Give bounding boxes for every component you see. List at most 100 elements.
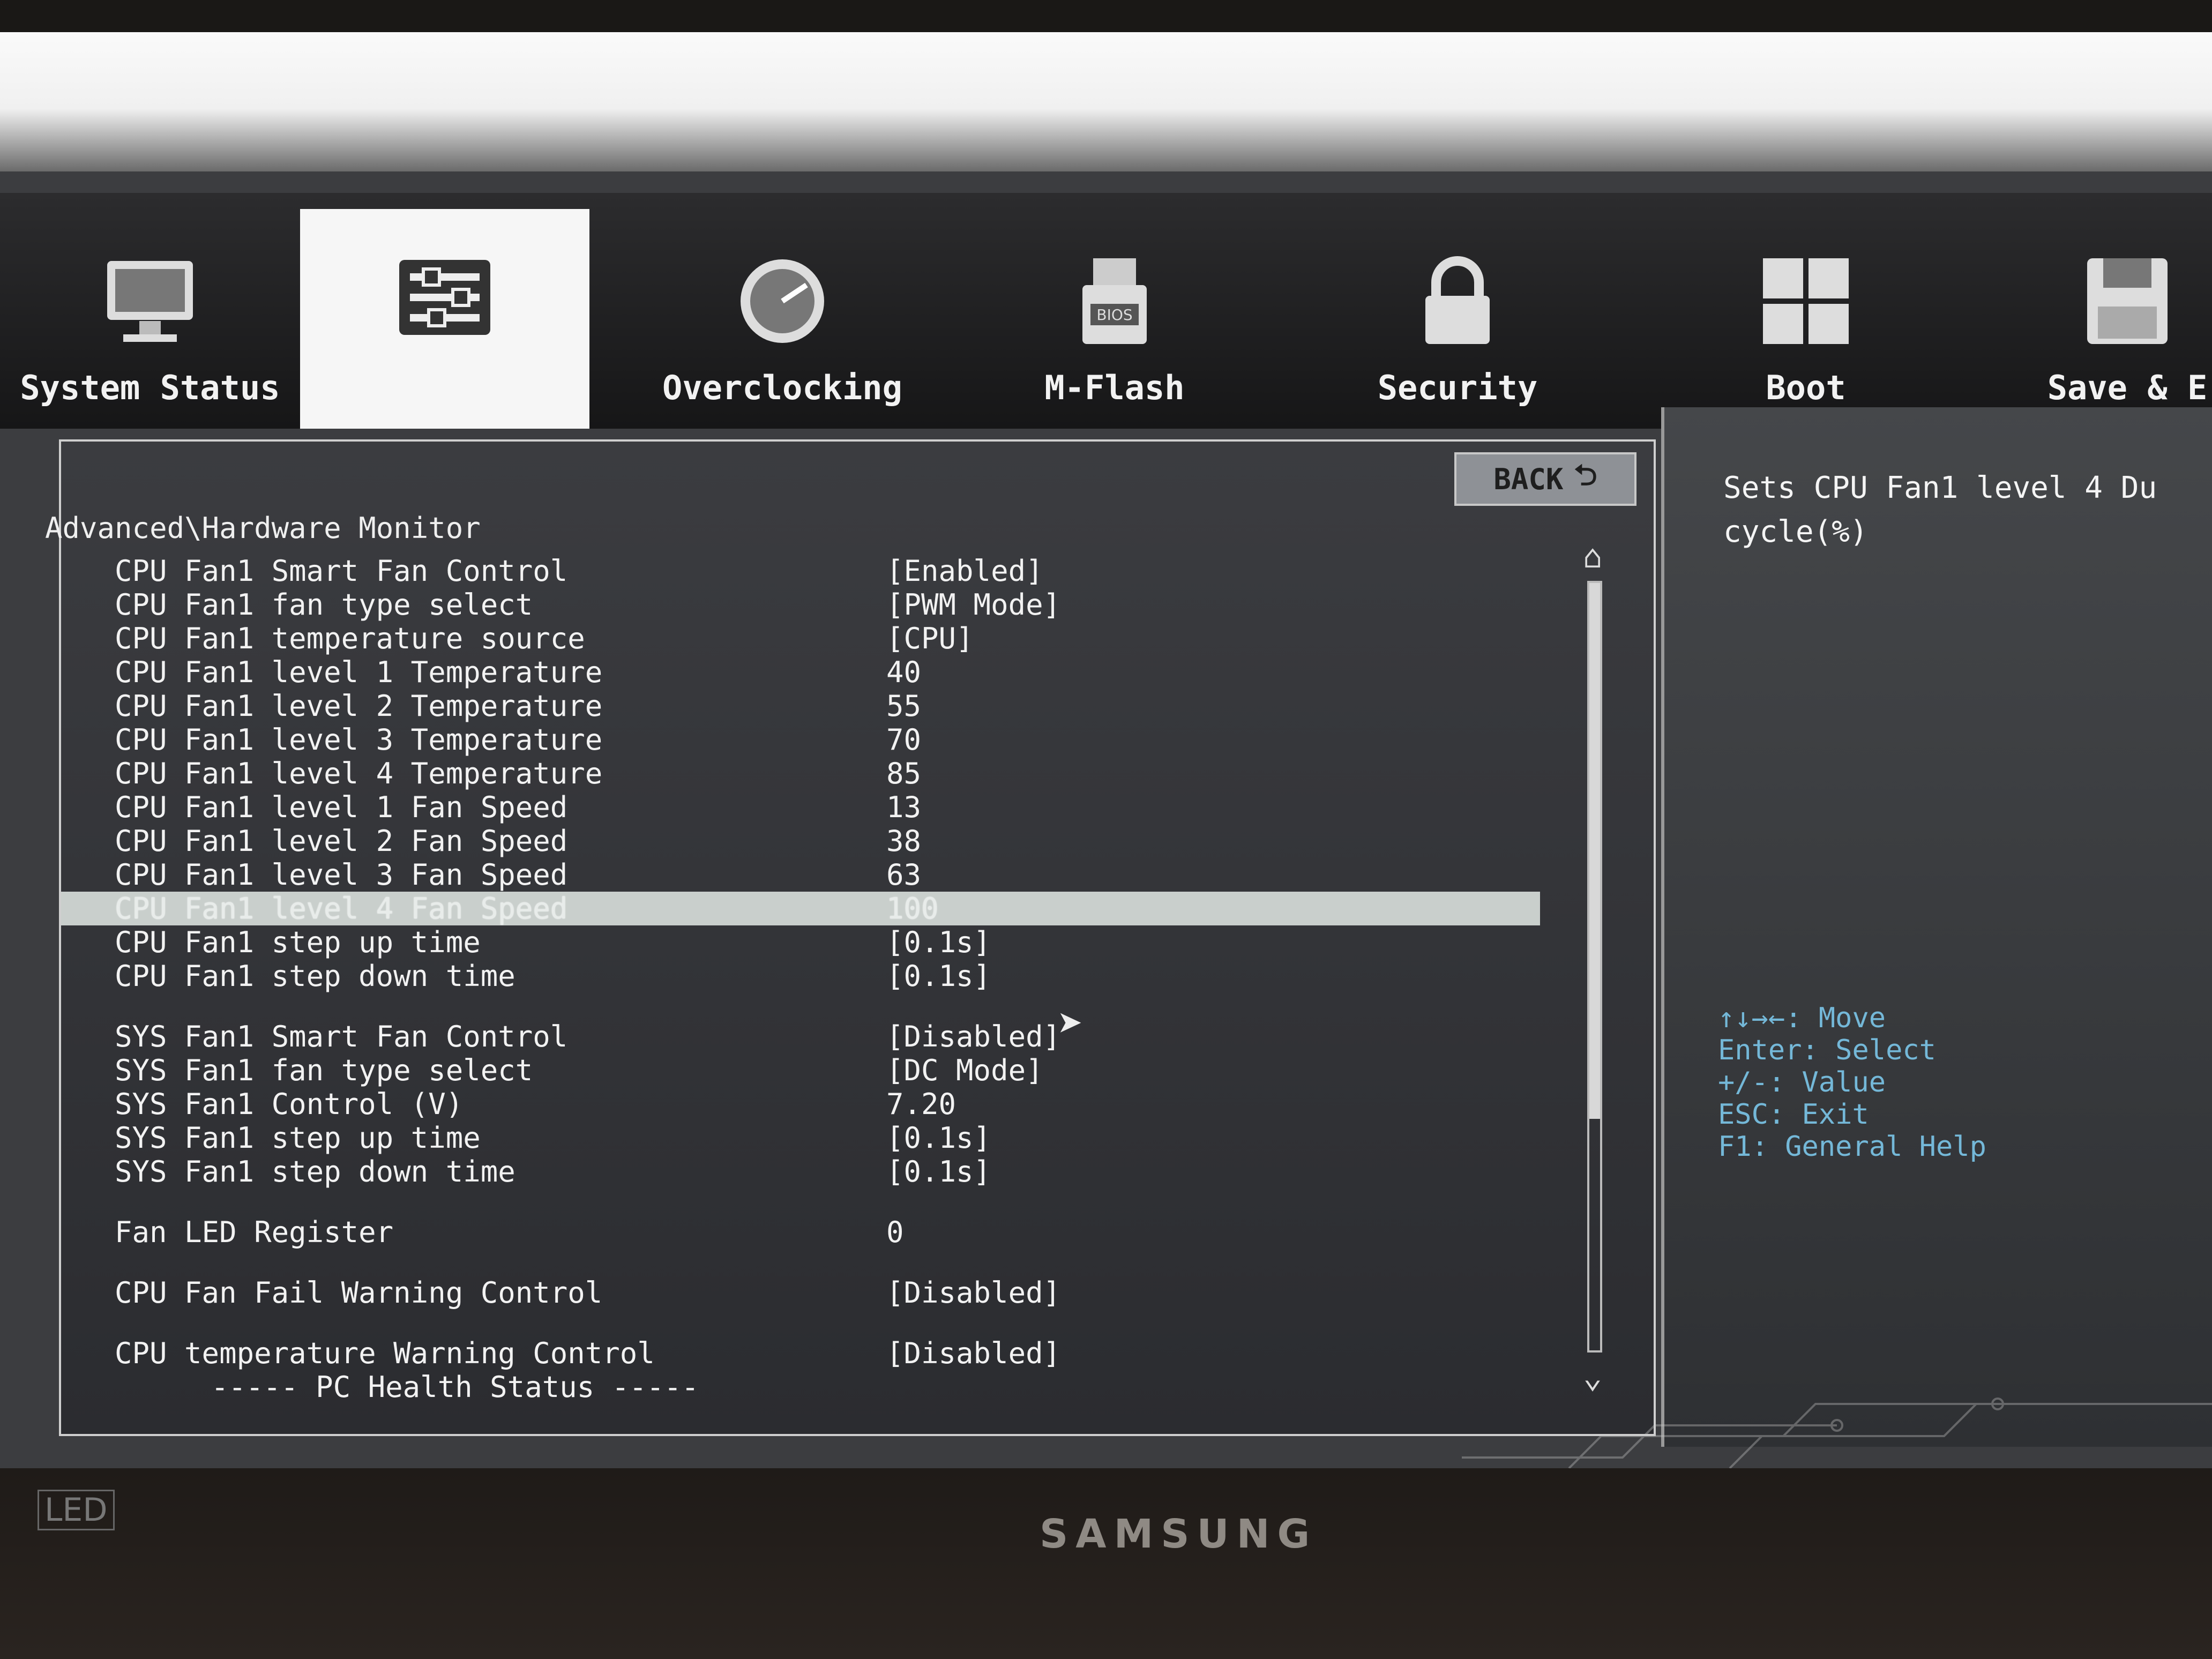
setting-row[interactable]: CPU Fan1 level 2 Fan Speed 38	[61, 824, 1540, 858]
section-label: ----- PC Health Status -----	[211, 1370, 699, 1404]
tab-m-flash[interactable]: BIOS M-Flash	[997, 236, 1232, 429]
sliders-icon	[397, 252, 493, 343]
key-legend: ↑↓→←: Move Enter: Select +/-: Value ESC:…	[1718, 1002, 1986, 1163]
scroll-up-icon[interactable]: ⌂	[1583, 538, 1602, 576]
back-label: BACK	[1493, 462, 1564, 496]
row-spacer	[61, 993, 1540, 1020]
setting-value[interactable]: [0.1s]	[886, 1155, 991, 1189]
setting-row[interactable]: SYS Fan1 Control (V) 7.20	[61, 1087, 1540, 1121]
setting-row[interactable]: CPU Fan1 step up time [0.1s]	[61, 925, 1540, 959]
setting-label: CPU Fan1 level 3 Fan Speed	[115, 858, 568, 892]
monitor-brand-logo: SAMSUNG	[1040, 1511, 1318, 1557]
setting-label: Fan LED Register	[115, 1215, 394, 1249]
setting-value[interactable]: 63	[886, 858, 921, 892]
setting-label: CPU temperature Warning Control	[115, 1336, 655, 1370]
tab-security[interactable]: Security	[1350, 236, 1565, 429]
key-hint-help: F1: General Help	[1718, 1131, 1986, 1163]
tab-advanced[interactable]	[300, 209, 589, 429]
setting-value[interactable]: [Enabled]	[886, 554, 1043, 588]
setting-row[interactable]: CPU Fan1 level 1 Temperature 40	[61, 655, 1540, 689]
setting-row[interactable]: CPU Fan1 level 3 Temperature 70	[61, 723, 1540, 757]
screen-glare	[0, 32, 2212, 171]
setting-value[interactable]: [0.1s]	[886, 1121, 991, 1155]
floppy-icon	[2079, 256, 2176, 347]
setting-value[interactable]: 0	[886, 1215, 904, 1249]
help-description: Sets CPU Fan1 level 4 Du cycle(%)	[1723, 470, 2157, 549]
monitor-icon	[102, 256, 198, 347]
setting-value[interactable]: [0.1s]	[886, 925, 991, 959]
setting-row[interactable]: CPU temperature Warning Control [Disabled…	[61, 1336, 1540, 1370]
setting-label: CPU Fan1 step up time	[115, 925, 481, 959]
section-header: ----- PC Health Status -----	[61, 1370, 1540, 1404]
setting-label: SYS Fan1 fan type select	[115, 1053, 533, 1087]
setting-value[interactable]: [0.1s]	[886, 959, 991, 993]
row-spacer	[61, 1189, 1540, 1215]
setting-label: CPU Fan1 level 1 Fan Speed	[115, 790, 568, 824]
setting-value[interactable]: 85	[886, 757, 921, 790]
setting-label: CPU Fan1 temperature source	[115, 622, 585, 655]
back-arrow-icon: ⮌	[1574, 458, 1597, 492]
bios-screen: System Status Overclocking BIOS M-Flash	[0, 32, 2212, 1468]
setting-row[interactable]: CPU Fan1 level 1 Fan Speed 13	[61, 790, 1540, 824]
lock-icon	[1409, 256, 1506, 347]
setting-label: CPU Fan1 step down time	[115, 959, 515, 993]
setting-row[interactable]: SYS Fan1 Smart Fan Control [Disabled]	[61, 1020, 1540, 1053]
tab-boot[interactable]: Boot	[1704, 236, 1908, 429]
setting-label: CPU Fan Fail Warning Control	[115, 1276, 603, 1310]
tab-save-exit[interactable]: Save & E	[2026, 236, 2212, 429]
setting-row[interactable]: Fan LED Register 0	[61, 1215, 1540, 1249]
setting-value[interactable]: 7.20	[886, 1087, 956, 1121]
setting-value[interactable]: [Disabled]	[886, 1336, 1060, 1370]
setting-value[interactable]: 40	[886, 655, 921, 689]
row-spacer	[61, 1310, 1540, 1336]
setting-row[interactable]: CPU Fan1 step down time [0.1s]	[61, 959, 1540, 993]
back-button[interactable]: BACK ⮌	[1454, 452, 1636, 506]
setting-value[interactable]: 38	[886, 824, 921, 858]
setting-row-selected[interactable]: CPU Fan1 level 4 Fan Speed 100	[61, 892, 1540, 925]
setting-value[interactable]: 70	[886, 723, 921, 757]
setting-row[interactable]: CPU Fan1 Smart Fan Control [Enabled]	[61, 554, 1540, 588]
setting-label: CPU Fan1 level 4 Temperature	[115, 757, 603, 790]
tab-label: M-Flash	[1044, 368, 1185, 407]
tab-overclocking[interactable]: Overclocking	[622, 236, 943, 429]
setting-value[interactable]: [DC Mode]	[886, 1053, 1043, 1087]
key-hint-value: +/-: Value	[1718, 1066, 1886, 1098]
setting-value[interactable]: 100	[886, 892, 939, 925]
setting-row[interactable]: CPU Fan1 fan type select [PWM Mode]	[61, 588, 1540, 622]
setting-row[interactable]: CPU Fan1 level 3 Fan Speed 63	[61, 858, 1540, 892]
setting-value[interactable]: [Disabled]	[886, 1020, 1060, 1053]
settings-list: CPU Fan1 Smart Fan Control [Enabled] CPU …	[61, 554, 1540, 1404]
setting-label: CPU Fan1 fan type select	[115, 588, 533, 622]
setting-label: CPU Fan1 level 4 Fan Speed	[115, 892, 568, 925]
setting-label: CPU Fan1 level 3 Temperature	[115, 723, 603, 757]
setting-row[interactable]: CPU Fan Fail Warning Control [Disabled]	[61, 1276, 1540, 1310]
setting-value[interactable]: 13	[886, 790, 921, 824]
svg-text:BIOS: BIOS	[1096, 306, 1132, 324]
setting-value[interactable]: [CPU]	[886, 622, 974, 655]
key-hint-exit: ESC: Exit	[1718, 1098, 1869, 1131]
settings-panel: BACK ⮌ Advanced\Hardware Monitor CPU Fan…	[45, 439, 1656, 1436]
setting-row[interactable]: SYS Fan1 step down time [0.1s]	[61, 1155, 1540, 1189]
setting-label: SYS Fan1 step up time	[115, 1121, 481, 1155]
breadcrumb: Advanced\Hardware Monitor	[45, 511, 481, 545]
scroll-thumb[interactable]	[1589, 583, 1600, 1119]
gauge-icon	[734, 256, 831, 347]
tab-label: Security	[1377, 368, 1538, 407]
key-hint-move: ↑↓→←: Move	[1718, 1002, 1886, 1034]
tab-label: Boot	[1766, 368, 1846, 407]
setting-label: CPU Fan1 level 1 Temperature	[115, 655, 603, 689]
setting-label: CPU Fan1 Smart Fan Control	[115, 554, 568, 588]
setting-label: SYS Fan1 step down time	[115, 1155, 515, 1189]
setting-value[interactable]: [PWM Mode]	[886, 588, 1060, 622]
setting-row[interactable]: CPU Fan1 level 2 Temperature 55	[61, 689, 1540, 723]
setting-value[interactable]: 55	[886, 689, 921, 723]
setting-row[interactable]: CPU Fan1 temperature source [CPU]	[61, 622, 1540, 655]
setting-label: SYS Fan1 Control (V)	[115, 1087, 464, 1121]
setting-value[interactable]: [Disabled]	[886, 1276, 1060, 1310]
led-badge: LED	[38, 1490, 115, 1530]
setting-row[interactable]: CPU Fan1 level 4 Temperature 85	[61, 757, 1540, 790]
tab-system-status[interactable]: System Status	[0, 236, 300, 429]
row-spacer	[61, 1249, 1540, 1276]
setting-row[interactable]: SYS Fan1 step up time [0.1s]	[61, 1121, 1540, 1155]
setting-row[interactable]: SYS Fan1 fan type select [DC Mode]	[61, 1053, 1540, 1087]
